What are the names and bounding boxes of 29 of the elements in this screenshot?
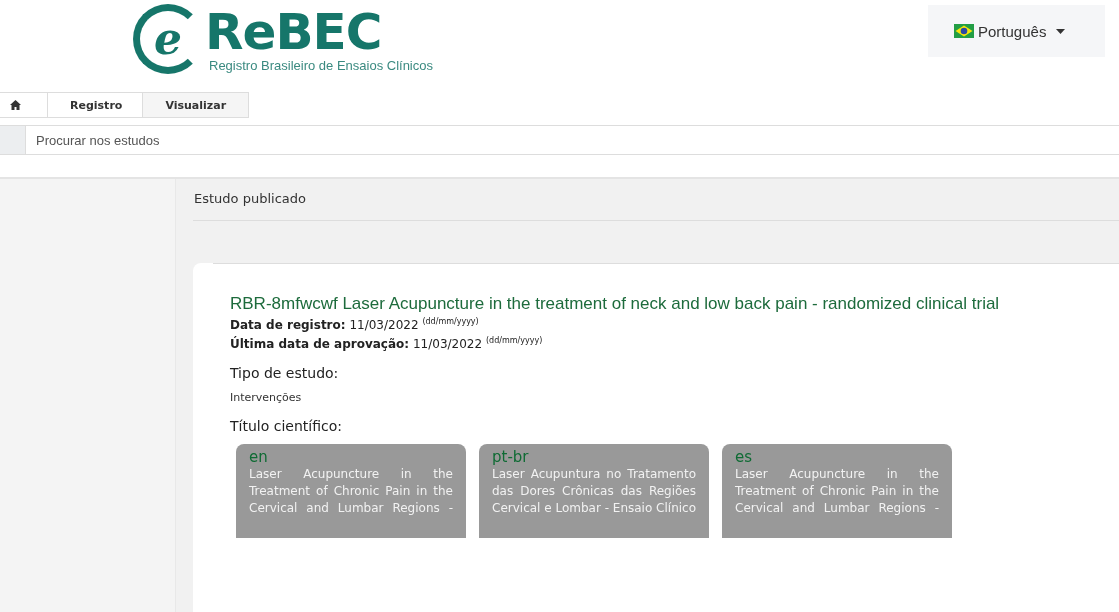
logo-name: ReBEC xyxy=(205,5,383,58)
language-code: es xyxy=(735,448,754,466)
language-dropdown[interactable]: Português xyxy=(928,5,1105,57)
logo-subtitle: Registro Brasileiro de Ensaios Clínicos xyxy=(209,57,433,73)
search-addon xyxy=(0,126,25,154)
caret-icon xyxy=(1056,28,1066,34)
language-code: pt-br xyxy=(492,448,530,466)
title-text-line: Cervical and Lumbar Regions - xyxy=(735,500,939,517)
title-text-line: Cervical and Lumbar Regions - xyxy=(249,500,453,517)
study-title: RBR-8mfwcwf Laser Acupuncture in the treatment of neck and low back pain - randomized clinical trial xyxy=(230,294,1001,314)
title-text-line: Cervical e Lombar - Ensaio Clínico xyxy=(492,500,696,517)
flag-icon xyxy=(954,24,974,38)
date-line: Última data de aprovação: 11/03/2022 $^{(dd/mm/yyyy)}$ xyxy=(230,336,544,351)
field-heading: Título científico: xyxy=(230,418,343,434)
language-code: en xyxy=(249,448,269,466)
title-text-line: Treatment of Chronic Pain in the xyxy=(249,483,453,500)
title-text-line: Laser Acupuncture in the xyxy=(735,466,939,483)
title-text-line: das Dores Crônicas das Regiões xyxy=(492,483,696,500)
home-icon xyxy=(10,100,21,110)
date-line: Data de registro: 11/03/2022 $^{(dd/mm/yyyy)}$ xyxy=(230,317,480,332)
home-link[interactable] xyxy=(0,93,48,117)
section-title: Estudo publicado xyxy=(193,179,1119,221)
title-text-line: Laser Acupuncture in the xyxy=(249,466,453,483)
field-value: Intervenções xyxy=(230,391,303,404)
title-text-line: Laser Acupuntura no Tratamento xyxy=(492,466,696,483)
title-text-line: Treatment of Chronic Pain in the xyxy=(735,483,939,500)
logo[interactable]: e ReBEC Registro Brasileiro de Ensaios Clínicos xyxy=(133,4,433,74)
breadcrumb-link[interactable]: Registro xyxy=(48,93,144,117)
field-heading: Tipo de estudo: xyxy=(230,365,340,381)
